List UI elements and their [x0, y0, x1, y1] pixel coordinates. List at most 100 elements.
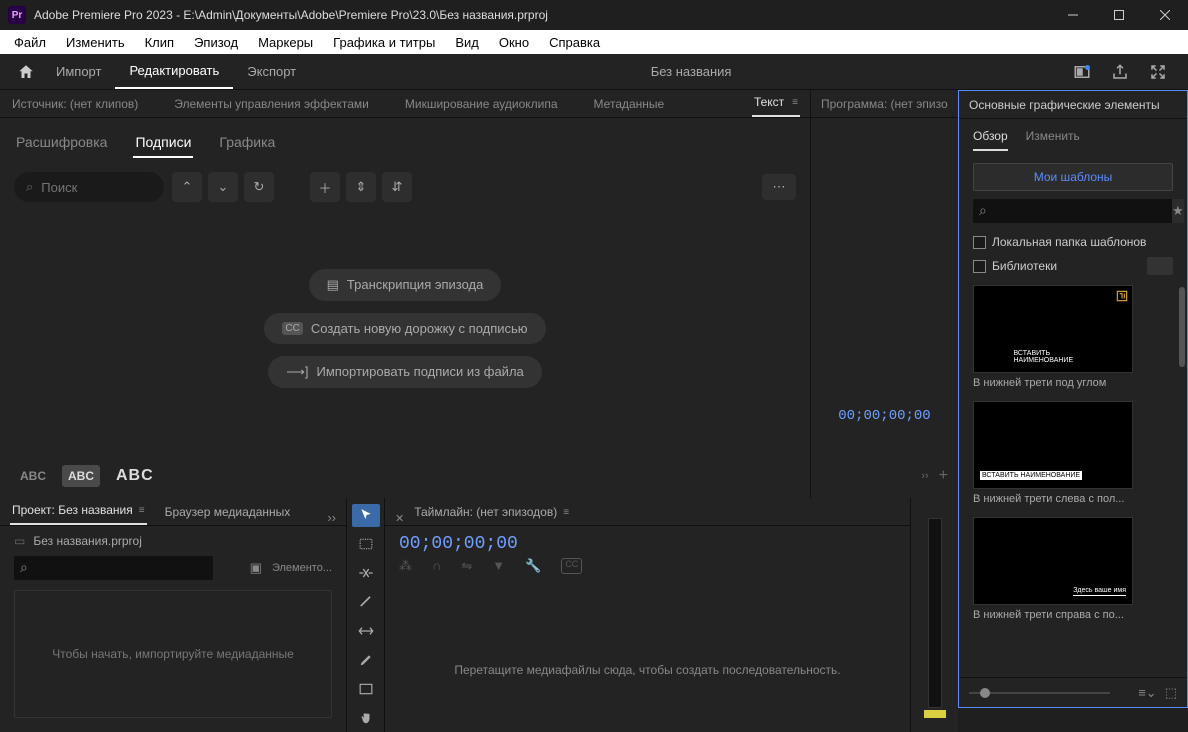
share-icon[interactable]	[1110, 62, 1130, 82]
menu-window[interactable]: Окно	[489, 32, 539, 53]
project-file-name: Без названия.prproj	[33, 534, 142, 548]
project-search-input[interactable]	[14, 556, 213, 580]
more-options-button[interactable]: ⋯	[762, 174, 796, 200]
marker-icon[interactable]: ▼	[492, 558, 505, 574]
menu-markers[interactable]: Маркеры	[248, 32, 323, 53]
caption-search-input[interactable]	[41, 180, 131, 195]
menu-help[interactable]: Справка	[539, 32, 610, 53]
abc-small-button[interactable]: ABC	[14, 465, 52, 487]
tab-audio-mixer[interactable]: Микширование аудиоклипа	[403, 91, 560, 117]
window-title: Adobe Premiere Pro 2023 - E:\Admin\Докум…	[34, 8, 1050, 22]
eg-tab-browse[interactable]: Обзор	[973, 129, 1008, 151]
track-select-tool[interactable]	[352, 533, 380, 556]
snap-icon[interactable]: ∩	[432, 558, 441, 574]
linked-selection-icon[interactable]: ⇋	[461, 558, 472, 574]
source-panel: Источник: (нет клипов) Элементы управлен…	[0, 90, 810, 498]
project-file-row: ▭ Без названия.prproj	[0, 526, 346, 556]
timeline-tab[interactable]: Таймлайн: (нет эпизодов) ≡	[412, 499, 571, 525]
favorites-filter-button[interactable]: ★	[1172, 199, 1184, 223]
timeline-drop-area[interactable]: Перетащите медиафайлы сюда, чтобы создат…	[385, 582, 910, 732]
chevron-right-icon[interactable]: ››	[921, 470, 928, 482]
tab-text[interactable]: Текст ≡	[752, 89, 800, 117]
close-tab-icon[interactable]: ✕	[395, 512, 404, 525]
eg-panel-title[interactable]: Основные графические элементы	[959, 91, 1187, 119]
menu-edit[interactable]: Изменить	[56, 32, 135, 53]
window-minimize-button[interactable]	[1050, 0, 1096, 30]
new-item-icon[interactable]: ⬚	[1165, 685, 1177, 701]
panel-menu-icon[interactable]: ≡	[792, 97, 798, 108]
quick-export-icon[interactable]	[1072, 62, 1092, 82]
panel-menu-icon[interactable]: ≡	[563, 507, 569, 518]
nav-up-button[interactable]: ⌃	[172, 172, 202, 202]
caption-search[interactable]: ⌕	[14, 172, 164, 202]
filter-bin-icon[interactable]: ▣	[250, 560, 262, 576]
slip-tool[interactable]	[352, 620, 380, 643]
overflow-chevron-icon[interactable]: ››	[327, 510, 336, 525]
my-templates-button[interactable]: Мои шаблоны	[973, 163, 1173, 191]
menu-clip[interactable]: Клип	[135, 32, 184, 53]
template-label: В нижней трети под углом	[973, 373, 1133, 393]
project-empty-message[interactable]: Чтобы начать, импортируйте медиаданные	[14, 590, 332, 718]
program-panel-title[interactable]: Программа: (нет эпизо	[811, 90, 958, 118]
subtab-graphics[interactable]: Графика	[217, 128, 277, 158]
template-item[interactable]: ВСТАВИТЬ НАИМЕНОВАНИЕ В нижней трети сле…	[973, 401, 1177, 509]
selection-tool[interactable]	[352, 504, 380, 527]
tab-project[interactable]: Проект: Без названия ≡	[10, 497, 147, 525]
subtab-captions[interactable]: Подписи	[133, 128, 193, 158]
tab-source[interactable]: Источник: (нет клипов)	[10, 91, 140, 117]
workspace-tab-edit[interactable]: Редактировать	[115, 54, 233, 89]
app-logo: Pr	[8, 6, 26, 24]
add-caption-button[interactable]: ＋	[310, 172, 340, 202]
audio-meter[interactable]	[928, 518, 942, 708]
thumb-text: Здесь ваше имя	[1073, 587, 1126, 596]
window-maximize-button[interactable]	[1096, 0, 1142, 30]
import-captions-button[interactable]: ⟶] Импортировать подписи из файла	[268, 356, 542, 388]
merge-caption-button[interactable]: ⇵	[382, 172, 412, 202]
create-caption-track-button[interactable]: CC Создать новую дорожку с подписью	[264, 313, 545, 344]
tab-media-browser[interactable]: Браузер медиаданных	[163, 499, 293, 525]
workspace-tab-import[interactable]: Импорт	[42, 55, 115, 88]
program-timecode[interactable]: 00;00;00;00	[838, 408, 930, 424]
eg-template-list: ВСТАВИТЬ НАИМЕНОВАНИЕ В нижней трети под…	[959, 279, 1187, 677]
timeline-timecode[interactable]: 00;00;00;00	[385, 526, 910, 556]
fullscreen-icon[interactable]	[1148, 62, 1168, 82]
ripple-edit-tool[interactable]	[352, 562, 380, 585]
nav-down-button[interactable]: ⌄	[208, 172, 238, 202]
eg-search-input[interactable]	[973, 199, 1172, 223]
eg-tab-edit[interactable]: Изменить	[1026, 129, 1080, 151]
hand-tool[interactable]	[352, 706, 380, 729]
insert-mode-icon[interactable]: ⁂	[399, 558, 412, 574]
menu-file[interactable]: Файл	[4, 32, 56, 53]
subtab-transcript[interactable]: Расшифровка	[14, 128, 109, 158]
tab-effect-controls[interactable]: Элементы управления эффектами	[172, 91, 371, 117]
checkbox-icon[interactable]	[973, 260, 986, 273]
abc-medium-button[interactable]: ABC	[62, 465, 100, 487]
workspace-tab-export[interactable]: Экспорт	[233, 55, 310, 88]
refresh-button[interactable]: ↻	[244, 172, 274, 202]
menu-view[interactable]: Вид	[445, 32, 489, 53]
scrollbar[interactable]	[1179, 287, 1185, 367]
template-item[interactable]: Здесь ваше имя В нижней трети справа с п…	[973, 517, 1177, 625]
abc-large-button[interactable]: ABC	[110, 463, 160, 489]
rectangle-tool[interactable]	[352, 677, 380, 700]
home-button[interactable]	[10, 58, 42, 86]
razor-tool[interactable]	[352, 591, 380, 614]
local-templates-checkbox-row[interactable]: Локальная папка шаблонов	[959, 231, 1187, 253]
checkbox-icon[interactable]	[973, 236, 986, 249]
libraries-checkbox-row[interactable]: Библиотеки	[959, 253, 1187, 279]
template-item[interactable]: ВСТАВИТЬ НАИМЕНОВАНИЕ В нижней трети под…	[973, 285, 1177, 393]
sort-icon[interactable]: ≡⌄	[1138, 685, 1156, 701]
window-close-button[interactable]	[1142, 0, 1188, 30]
cc-track-icon[interactable]: CC	[561, 558, 582, 574]
thumbnail-size-slider[interactable]	[969, 692, 1110, 694]
libraries-dropdown[interactable]	[1147, 257, 1173, 275]
split-caption-button[interactable]: ⇕	[346, 172, 376, 202]
panel-menu-icon[interactable]: ≡	[139, 505, 145, 516]
pen-tool[interactable]	[352, 648, 380, 671]
menu-graphics[interactable]: Графика и титры	[323, 32, 445, 53]
transcribe-sequence-button[interactable]: ▤ Транскрипция эпизода	[309, 269, 502, 301]
menu-sequence[interactable]: Эпизод	[184, 32, 248, 53]
add-button-icon[interactable]: +	[939, 467, 948, 485]
settings-icon[interactable]: 🔧	[525, 558, 541, 574]
tab-metadata[interactable]: Метаданные	[592, 91, 667, 117]
